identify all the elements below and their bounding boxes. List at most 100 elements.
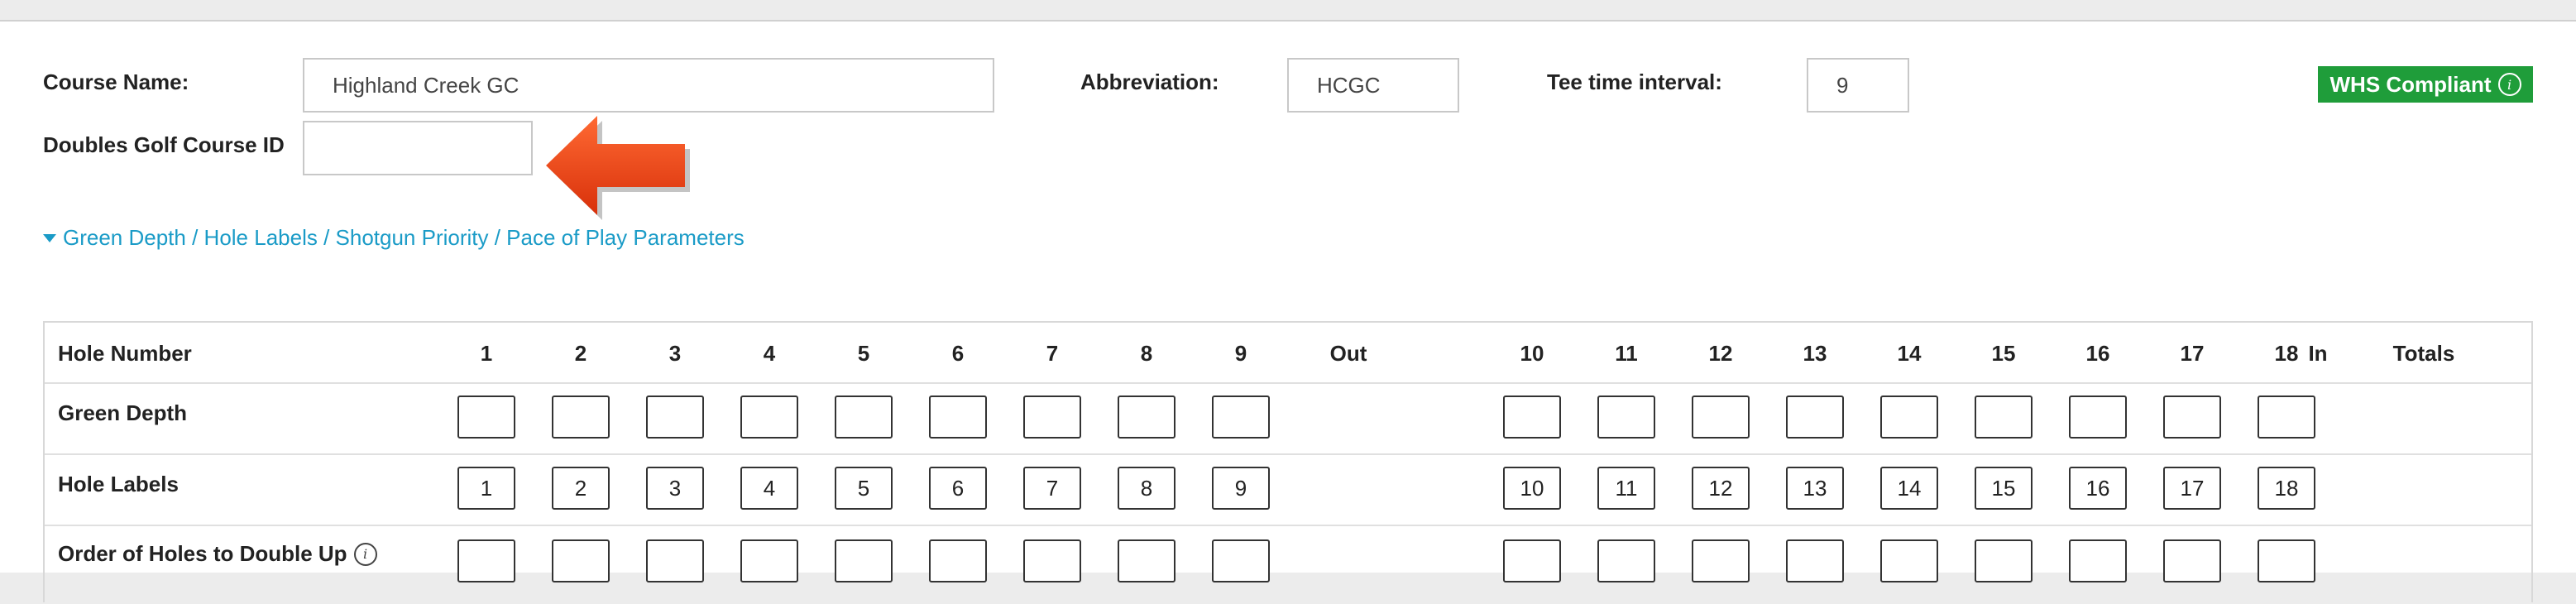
double-up-input-8[interactable]	[1118, 539, 1175, 582]
double-up-input-14[interactable]	[1880, 539, 1938, 582]
hole-number-6: 6	[951, 341, 965, 366]
hole-number-1: 1	[480, 341, 493, 366]
green-depth-input-4[interactable]	[740, 395, 798, 439]
double-up-input-3[interactable]	[646, 539, 704, 582]
hole-number-17: 17	[2180, 341, 2205, 366]
hole-number-16: 16	[2085, 341, 2110, 366]
hole-label-input-14[interactable]	[1880, 467, 1938, 510]
green-depth-input-7[interactable]	[1023, 395, 1081, 439]
double-up-input-9[interactable]	[1212, 539, 1270, 582]
hole-label-input-5[interactable]	[835, 467, 893, 510]
hole-label-input-17[interactable]	[2163, 467, 2221, 510]
info-icon[interactable]: i	[2497, 73, 2521, 96]
hole-number-4: 4	[763, 341, 776, 366]
green-depth-input-18[interactable]	[2258, 395, 2315, 439]
green-depth-input-17[interactable]	[2163, 395, 2221, 439]
course-settings-panel: Course Name: Abbreviation: Tee time inte…	[0, 20, 2576, 602]
hole-number-11: 11	[1615, 341, 1638, 366]
green-depth-input-11[interactable]	[1597, 395, 1655, 439]
hole-number-7: 7	[1046, 341, 1059, 366]
double-up-input-2[interactable]	[552, 539, 610, 582]
totals-header: Totals	[2392, 341, 2455, 366]
hole-label-input-16[interactable]	[2069, 467, 2127, 510]
hole-label-input-13[interactable]	[1786, 467, 1844, 510]
course-name-label: Course Name:	[43, 70, 189, 94]
hole-number-15: 15	[1991, 341, 2016, 366]
advanced-parameters-label: Green Depth / Hole Labels / Shotgun Prio…	[63, 225, 745, 250]
hole-label-input-1[interactable]	[457, 467, 515, 510]
pointer-arrow-icon	[546, 116, 690, 220]
green-depth-input-9[interactable]	[1212, 395, 1270, 439]
tee-interval-input[interactable]	[1807, 58, 1909, 113]
hole-number-13: 13	[1803, 341, 1827, 366]
double-up-input-10[interactable]	[1503, 539, 1561, 582]
green-depth-input-10[interactable]	[1503, 395, 1561, 439]
double-up-label-wrap: Order of Holes to Double Up i	[58, 541, 377, 567]
hole-number-18: 18	[2274, 341, 2299, 366]
green-depth-input-8[interactable]	[1118, 395, 1175, 439]
hole-number-14: 14	[1897, 341, 1922, 366]
hole-number-10: 10	[1520, 341, 1544, 366]
course-name-input[interactable]	[303, 58, 994, 113]
green-depth-input-16[interactable]	[2069, 395, 2127, 439]
green-depth-input-15[interactable]	[1975, 395, 2033, 439]
doubles-course-id-input[interactable]	[303, 121, 533, 175]
in-header: In	[2308, 341, 2328, 366]
green-depth-input-6[interactable]	[929, 395, 987, 439]
out-header: Out	[1329, 341, 1367, 366]
hole-label-input-8[interactable]	[1118, 467, 1175, 510]
abbreviation-input[interactable]	[1287, 58, 1459, 113]
whs-compliant-badge[interactable]: WHS Compliant i	[2318, 66, 2533, 103]
hole-label-input-9[interactable]	[1212, 467, 1270, 510]
green-depth-input-1[interactable]	[457, 395, 515, 439]
double-up-input-16[interactable]	[2069, 539, 2127, 582]
green-depth-input-2[interactable]	[552, 395, 610, 439]
green-depth-input-13[interactable]	[1786, 395, 1844, 439]
hole-label-input-12[interactable]	[1692, 467, 1750, 510]
doubles-course-id-label: Doubles Golf Course ID	[43, 132, 285, 157]
hole-label-input-2[interactable]	[552, 467, 610, 510]
hole-labels-row: Hole Labels	[45, 453, 2531, 526]
caret-down-icon	[43, 233, 56, 242]
hole-label-input-3[interactable]	[646, 467, 704, 510]
hole-parameters-table: Hole Number 1 2 3 4 5 6 7 8 9 Out 10 11 12 13 14 15 16 17…	[43, 321, 2533, 602]
double-up-input-12[interactable]	[1692, 539, 1750, 582]
green-depth-row: Green Depth	[45, 382, 2531, 455]
green-depth-label: Green Depth	[58, 400, 188, 425]
hole-label-input-4[interactable]	[740, 467, 798, 510]
hole-number-8: 8	[1140, 341, 1153, 366]
hole-labels-label: Hole Labels	[58, 472, 179, 496]
abbreviation-label: Abbreviation:	[1080, 70, 1219, 94]
double-up-input-6[interactable]	[929, 539, 987, 582]
hole-label-input-18[interactable]	[2258, 467, 2315, 510]
info-icon[interactable]: i	[353, 542, 377, 566]
hole-label-input-7[interactable]	[1023, 467, 1081, 510]
double-up-input-5[interactable]	[835, 539, 893, 582]
hole-label-input-11[interactable]	[1597, 467, 1655, 510]
hole-number-9: 9	[1234, 341, 1247, 366]
table-header-row: Hole Number 1 2 3 4 5 6 7 8 9 Out 10 11 12 13 14 15 16 17…	[45, 323, 2531, 384]
double-up-input-18[interactable]	[2258, 539, 2315, 582]
advanced-parameters-toggle[interactable]: Green Depth / Hole Labels / Shotgun Prio…	[43, 225, 745, 251]
double-up-input-13[interactable]	[1786, 539, 1844, 582]
hole-label-input-15[interactable]	[1975, 467, 2033, 510]
double-up-input-4[interactable]	[740, 539, 798, 582]
double-up-row: Order of Holes to Double Up i	[45, 525, 2531, 604]
hole-label-input-10[interactable]	[1503, 467, 1561, 510]
double-up-input-15[interactable]	[1975, 539, 2033, 582]
green-depth-input-3[interactable]	[646, 395, 704, 439]
whs-compliant-label: WHS Compliant	[2329, 71, 2492, 97]
double-up-input-1[interactable]	[457, 539, 515, 582]
double-up-label: Order of Holes to Double Up	[58, 541, 347, 566]
double-up-input-7[interactable]	[1023, 539, 1081, 582]
hole-number-header: Hole Number	[58, 341, 192, 366]
green-depth-input-5[interactable]	[835, 395, 893, 439]
hole-label-input-6[interactable]	[929, 467, 987, 510]
green-depth-input-14[interactable]	[1880, 395, 1938, 439]
hole-number-12: 12	[1708, 341, 1733, 366]
double-up-input-17[interactable]	[2163, 539, 2221, 582]
double-up-input-11[interactable]	[1597, 539, 1655, 582]
green-depth-input-12[interactable]	[1692, 395, 1750, 439]
hole-number-5: 5	[857, 341, 870, 366]
tee-interval-label: Tee time interval:	[1547, 70, 1722, 94]
